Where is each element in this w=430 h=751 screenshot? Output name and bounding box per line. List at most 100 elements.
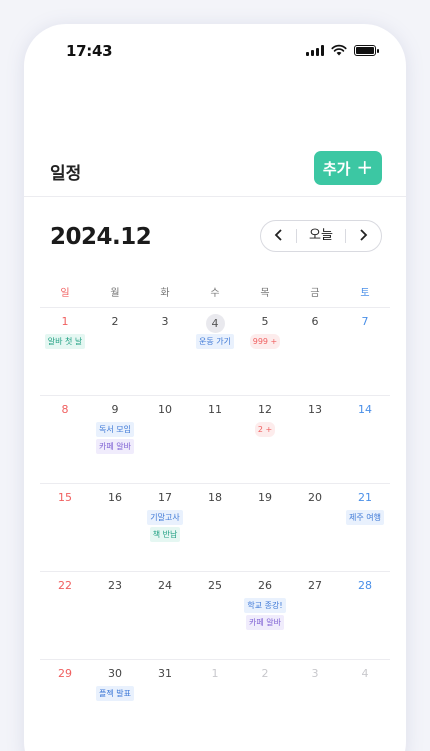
page-header: 일정 추가 +: [24, 151, 406, 197]
calendar-day-cell[interactable]: 5 999 +: [240, 308, 290, 395]
calendar-day-cell[interactable]: 27: [290, 572, 340, 659]
date-number: 29: [58, 667, 72, 680]
calendar-day-cell[interactable]: 9 독서 모임카페 알바: [90, 396, 140, 483]
calendar-day-cell[interactable]: 16: [90, 484, 140, 571]
calendar-day-cell[interactable]: 19: [240, 484, 290, 571]
calendar-day-cell[interactable]: 26 학교 종강! 카페 알바: [240, 572, 290, 659]
calendar-day-cell[interactable]: 10: [140, 396, 190, 483]
date-number: 18: [208, 491, 222, 504]
day-events: 기말고사책 반납: [140, 510, 190, 542]
calendar-day-cell[interactable]: 6: [290, 308, 340, 395]
date-number: 2: [111, 315, 119, 328]
calendar-day-cell[interactable]: 11: [190, 396, 240, 483]
calendar-day-cell[interactable]: 3: [290, 660, 340, 748]
day-events: 운동 가기: [190, 334, 240, 349]
calendar-day-cell[interactable]: 18: [190, 484, 240, 571]
date-number: 3: [161, 315, 169, 328]
event-chip[interactable]: 기말고사: [147, 510, 183, 525]
date-number: 2: [261, 667, 269, 680]
chevron-left-icon: [274, 229, 282, 241]
calendar-day-cell[interactable]: 20: [290, 484, 340, 571]
status-time: 17:43: [66, 42, 113, 60]
month-navigator: 오늘: [260, 220, 382, 252]
calendar-day-cell[interactable]: 24: [140, 572, 190, 659]
event-chip[interactable]: 운동 가기: [196, 334, 234, 349]
calendar-day-cell[interactable]: 13: [290, 396, 340, 483]
weekday-label: 금: [310, 288, 320, 299]
calendar-grid: 1 알바 첫 날 2 3 4 운동 가기 5 999 +6 7 8 9 독서 모임 카페 알바 10 11 1…: [40, 308, 390, 748]
weekday-label: 일: [60, 288, 70, 299]
more-events-badge[interactable]: 2 +: [254, 422, 276, 437]
date-number: 27: [308, 579, 322, 592]
calendar-day-cell[interactable]: 8: [40, 396, 90, 483]
event-chip[interactable]: 플젝 발표: [96, 686, 134, 701]
date-number: 6: [311, 315, 319, 328]
date-number: 22: [58, 579, 72, 592]
calendar-day-cell[interactable]: 1 알바 첫 날: [40, 308, 90, 395]
day-events: 알바 첫 날: [40, 334, 90, 349]
calendar-day-cell[interactable]: 12 2 +: [240, 396, 290, 483]
day-events: 플젝 발표: [90, 686, 140, 701]
date-number: 31: [158, 667, 172, 680]
calendar-day-cell[interactable]: 3: [140, 308, 190, 395]
calendar-day-cell[interactable]: 21 제주 여행: [340, 484, 390, 571]
event-chip[interactable]: 카페 알바: [246, 615, 284, 630]
calendar-week-row: 22 23 24 25 26 학교 종강! 카페 알바 27 28: [40, 572, 390, 660]
event-chip[interactable]: 알바 첫 날: [44, 334, 86, 349]
calendar-day-cell[interactable]: 2: [90, 308, 140, 395]
calendar-day-cell[interactable]: 28: [340, 572, 390, 659]
date-number: 13: [308, 403, 322, 416]
calendar-day-cell[interactable]: 30 플젝 발표: [90, 660, 140, 748]
add-schedule-button[interactable]: 추가 +: [314, 151, 382, 185]
date-number: 5: [261, 315, 269, 328]
day-events: 2 +: [240, 422, 290, 437]
calendar-day-cell[interactable]: 23: [90, 572, 140, 659]
day-events: 999 +: [240, 334, 290, 349]
calendar-day-cell[interactable]: 17 기말고사 책 반납: [140, 484, 190, 571]
event-chip[interactable]: 책 반납: [149, 527, 181, 542]
weekday-label: 토: [360, 288, 370, 299]
day-events: 제주 여행: [340, 510, 390, 525]
calendar-week-row: 1 알바 첫 날 2 3 4 운동 가기 5 999 + 6 7: [40, 308, 390, 396]
calendar-day-cell[interactable]: 4 운동 가기: [190, 308, 240, 395]
day-events: 학교 종강! 카페 알바: [240, 598, 290, 630]
date-number: 10: [158, 403, 172, 416]
calendar-day-cell[interactable]: 22: [40, 572, 90, 659]
next-month-button[interactable]: [355, 227, 373, 245]
signal-icon: [306, 44, 324, 56]
calendar-day-cell[interactable]: 2: [240, 660, 290, 748]
calendar-day-cell[interactable]: 1: [190, 660, 240, 748]
calendar-day-cell[interactable]: 25: [190, 572, 240, 659]
date-number: 30: [108, 667, 122, 680]
calendar-day-cell[interactable]: 29: [40, 660, 90, 748]
weekday-label: 월: [110, 288, 120, 299]
wifi-icon: [331, 44, 347, 56]
calendar-week-row: 8 9 독서 모임 카페 알바 10 11 12 2 +13 14: [40, 396, 390, 484]
date-number: 9: [111, 403, 119, 416]
date-number: 12: [258, 403, 272, 416]
month-title: 2024.12: [50, 224, 152, 250]
battery-icon: [354, 44, 379, 56]
event-chip[interactable]: 학교 종강!: [244, 598, 286, 613]
status-bar: 17:43: [24, 24, 406, 76]
date-number: 8: [61, 403, 69, 416]
date-number: 1: [211, 667, 219, 680]
more-events-badge[interactable]: 999 +: [249, 334, 281, 349]
calendar-day-cell[interactable]: 15: [40, 484, 90, 571]
date-number: 16: [108, 491, 122, 504]
event-chip[interactable]: 제주 여행: [346, 510, 384, 525]
plus-icon: +: [356, 155, 374, 179]
today-button[interactable]: 오늘: [296, 229, 346, 243]
calendar-day-cell[interactable]: 14: [340, 396, 390, 483]
calendar-day-cell[interactable]: 4: [340, 660, 390, 748]
weekday-header: 일 월 화 수 목 금 토: [40, 284, 390, 308]
date-number: 7: [361, 315, 369, 328]
prev-month-button[interactable]: [269, 227, 287, 245]
phone-frame: 17:43 일정 추가 + 2024.12 오늘 일 월 화 수 목 금 토 1…: [24, 24, 406, 751]
event-chip[interactable]: 독서 모임: [96, 422, 134, 437]
day-events: 독서 모임카페 알바: [90, 422, 140, 454]
event-chip[interactable]: 카페 알바: [96, 439, 134, 454]
calendar-day-cell[interactable]: 7: [340, 308, 390, 395]
date-number: 3: [311, 667, 319, 680]
calendar-day-cell[interactable]: 31: [140, 660, 190, 748]
